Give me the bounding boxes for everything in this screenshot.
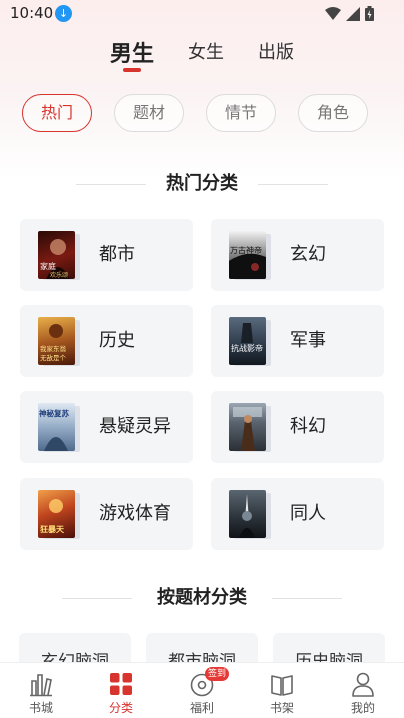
svg-text:家庭: 家庭 xyxy=(40,261,56,271)
category-card-tongren[interactable]: 同人 xyxy=(211,478,384,550)
divider-line xyxy=(76,184,146,185)
nav-bookshelf[interactable]: 书架 xyxy=(252,663,312,718)
category-label: 军事 xyxy=(290,330,326,351)
top-tabs: 男生 女生 出版 xyxy=(0,38,404,78)
svg-text:万古神帝: 万古神帝 xyxy=(230,245,262,255)
checkin-badge: 签到 xyxy=(205,667,230,681)
category-card-dushi[interactable]: 家庭 欢乐颂 都市 xyxy=(20,219,193,291)
category-card-junshi[interactable]: 抗战影帝 军事 xyxy=(211,305,384,377)
svg-text:无敌是个: 无敌是个 xyxy=(40,353,67,362)
chip-role[interactable]: 角色 xyxy=(298,94,368,132)
tab-female[interactable]: 女生 xyxy=(188,38,224,64)
subject-section-title: 按题材分类 xyxy=(157,587,247,608)
battery-icon xyxy=(365,6,374,21)
chip-hot[interactable]: 热门 xyxy=(22,94,92,132)
chip-plot[interactable]: 情节 xyxy=(206,94,276,132)
category-card-xuanyi[interactable]: 神秘复苏 悬疑灵异 xyxy=(20,391,193,463)
nav-bookstore[interactable]: 书城 xyxy=(11,663,71,718)
chip-subject[interactable]: 题材 xyxy=(114,94,184,132)
category-label: 玄幻 xyxy=(290,244,326,265)
tab-underline xyxy=(123,68,141,72)
bottom-nav: 书城 分类 签到 福利 书架 我的 xyxy=(0,662,404,718)
nav-label: 分类 xyxy=(108,701,133,715)
status-bar: 10:40 ↓ xyxy=(0,0,404,28)
category-label: 都市 xyxy=(99,244,135,265)
category-label: 悬疑灵异 xyxy=(99,416,171,437)
book-cover-image: 万古神帝 xyxy=(229,231,266,279)
profile-icon xyxy=(352,672,374,697)
status-time: 10:40 xyxy=(10,4,54,22)
nav-label: 书架 xyxy=(269,701,294,715)
book-cover-image: 家庭 欢乐颂 xyxy=(38,231,75,279)
nav-label: 书城 xyxy=(28,701,53,715)
hot-section-header: 热门分类 xyxy=(0,172,404,196)
category-card-kehuan[interactable]: 科幻 xyxy=(211,391,384,463)
download-icon: ↓ xyxy=(55,5,72,22)
svg-text:欢乐颂: 欢乐颂 xyxy=(50,271,68,279)
nav-profile[interactable]: 我的 xyxy=(333,663,393,718)
book-cover-image xyxy=(229,403,266,451)
svg-text:狂暴天: 狂暴天 xyxy=(40,524,65,534)
divider-line xyxy=(258,184,328,185)
svg-text:我家东翁: 我家东翁 xyxy=(40,344,67,353)
svg-text:抗战影帝: 抗战影帝 xyxy=(231,343,263,353)
category-card-xuanhuan[interactable]: 万古神帝 玄幻 xyxy=(211,219,384,291)
book-cover-image: 狂暴天 xyxy=(38,490,75,538)
category-label: 历史 xyxy=(99,330,135,351)
nav-label: 我的 xyxy=(350,701,375,715)
book-cover-image: 我家东翁 无敌是个 xyxy=(38,317,75,365)
category-card-lishi[interactable]: 我家东翁 无敌是个 历史 xyxy=(20,305,193,377)
nav-label: 福利 xyxy=(189,701,214,715)
hot-section-title: 热门分类 xyxy=(166,173,238,194)
divider-line xyxy=(272,598,342,599)
bookshelf-icon xyxy=(271,675,293,696)
category-card-youxi[interactable]: 狂暴天 游戏体育 xyxy=(20,478,193,550)
category-label: 游戏体育 xyxy=(99,503,171,524)
book-cover-image: 神秘复苏 xyxy=(38,403,75,451)
bookstore-icon xyxy=(30,674,52,697)
svg-text:神秘复苏: 神秘复苏 xyxy=(39,408,69,418)
category-label: 同人 xyxy=(290,503,326,524)
book-cover-image xyxy=(229,490,266,538)
tab-publish[interactable]: 出版 xyxy=(258,38,294,64)
category-grid-icon xyxy=(110,673,132,695)
nav-welfare[interactable]: 签到 福利 xyxy=(172,663,232,718)
wifi-icon xyxy=(325,6,341,20)
category-label: 科幻 xyxy=(290,416,326,437)
tab-male[interactable]: 男生 xyxy=(110,36,154,68)
signal-icon xyxy=(346,6,360,21)
nav-category[interactable]: 分类 xyxy=(91,663,151,718)
subject-section-header: 按题材分类 xyxy=(0,586,404,610)
book-cover-image: 抗战影帝 xyxy=(229,317,266,365)
divider-line xyxy=(62,598,132,599)
status-icons xyxy=(325,6,374,21)
